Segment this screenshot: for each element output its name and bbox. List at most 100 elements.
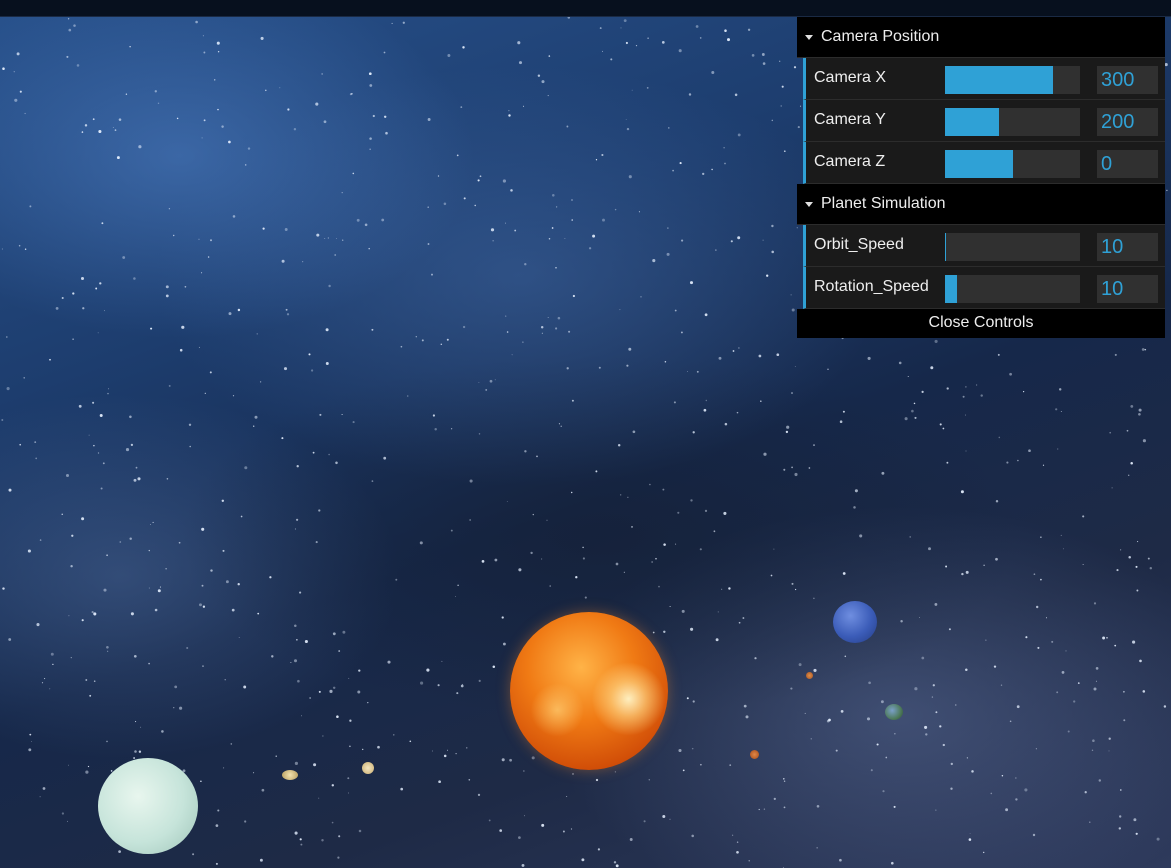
star [130,443,134,447]
star [549,585,551,587]
camera-z-slider[interactable] [945,150,1080,178]
star [893,805,896,808]
star [65,473,70,478]
star [383,115,387,119]
folder-planet-simulation[interactable]: Planet Simulation [797,184,1165,225]
star [810,738,812,740]
star [547,95,549,97]
orbit-speed-input[interactable] [1097,233,1158,261]
star [294,624,297,628]
control-label: Camera Y [814,111,886,128]
star [751,54,755,57]
star [324,237,326,240]
star [321,73,323,75]
star [667,227,669,229]
star [84,124,88,127]
star [762,239,764,241]
star [368,72,372,76]
star [499,829,503,832]
star [2,587,5,590]
camera-x-input[interactable] [1097,66,1158,94]
camera-y-slider[interactable] [945,108,1080,136]
rotation-speed-input[interactable] [1097,275,1158,303]
star [318,797,320,799]
star [770,574,773,577]
rotation-speed-slider[interactable] [945,275,1080,303]
star [462,46,465,49]
star [8,638,12,641]
star [870,769,873,772]
star [202,605,206,608]
star [477,793,481,797]
star [738,347,740,349]
star [271,655,274,658]
star [1114,353,1117,356]
star [349,719,352,722]
star [1032,833,1036,837]
star [1024,788,1028,792]
star [881,471,885,475]
orbit-speed-slider[interactable] [945,233,1080,261]
star [854,489,858,493]
star [1120,549,1122,551]
star [692,700,695,703]
star [247,147,251,150]
star [680,331,683,334]
star [92,118,95,121]
star [342,630,346,634]
star [36,623,40,627]
star [157,102,160,105]
star [713,530,716,533]
star [983,564,985,566]
camera-y-input[interactable] [1097,108,1158,136]
star [934,602,938,606]
star [1111,487,1113,489]
star [68,764,69,766]
star [184,285,187,288]
star [259,381,262,383]
star [531,756,535,760]
star [240,515,243,518]
camera-z-input[interactable] [1097,150,1158,178]
camera-x-slider[interactable] [945,66,1080,94]
star [661,41,665,44]
star [494,379,496,381]
star [781,85,784,88]
star [253,425,255,427]
star [100,487,103,490]
star [368,247,370,250]
star [1116,569,1119,572]
star [352,421,355,424]
star [1091,749,1094,752]
star [582,546,584,549]
slider-fill [945,150,1013,178]
star [541,332,543,334]
star [1028,449,1031,453]
folder-camera-position[interactable]: Camera Position [797,17,1165,58]
star [244,820,247,823]
star [762,62,766,65]
star [293,659,298,663]
star [993,665,997,668]
star [61,812,65,815]
star [329,689,333,693]
star [734,93,738,97]
star [42,787,46,790]
star [541,80,545,84]
folder-title-label: Camera Position [821,28,940,45]
star [478,679,481,682]
star [6,387,10,391]
small-planet-venus [362,762,374,774]
star [18,244,21,247]
star [492,665,496,669]
star [928,547,931,551]
star [441,660,443,662]
star [93,680,96,682]
star [761,53,765,56]
star [620,27,622,29]
close-controls-button[interactable]: Close Controls [797,309,1165,338]
star [148,587,150,589]
star [555,206,558,208]
star [91,611,94,614]
star [914,416,917,419]
